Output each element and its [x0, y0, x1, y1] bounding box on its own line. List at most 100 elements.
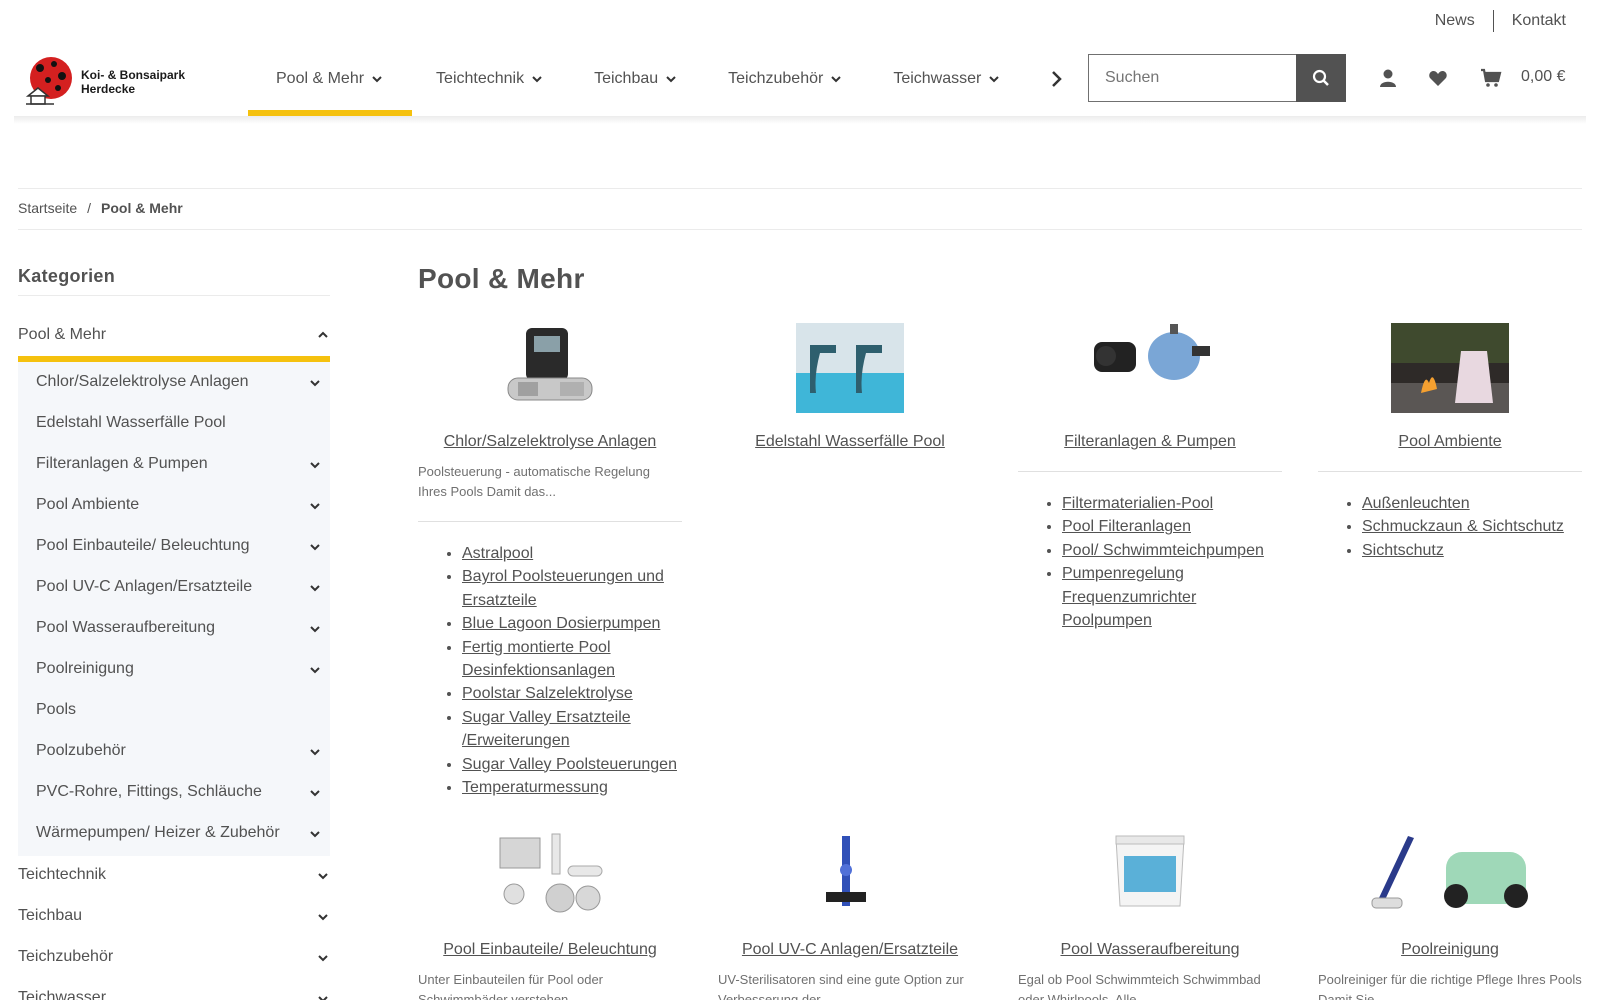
sidebar-item-label: Teichzubehör — [18, 948, 114, 965]
category-link[interactable]: Pool Ambiente — [1318, 433, 1582, 451]
category-link[interactable]: Pool Einbauteile/ Beleuchtung — [418, 941, 682, 959]
pool-ambiente-product-image[interactable] — [1391, 323, 1509, 413]
breadcrumb-current: Pool & Mehr — [101, 200, 183, 216]
category-description: Egal ob Pool Schwimmteich Schwimmbad ode… — [1018, 972, 1261, 1000]
category-link[interactable]: Pool Wasseraufbereitung — [1018, 941, 1282, 959]
category-description: Poolsteuerung - automatische Regelung Ih… — [418, 464, 650, 499]
sidebar-subitem-label: Pool Einbauteile/ Beleuchtung — [36, 537, 250, 554]
category-link[interactable]: Filteranlagen & Pumpen — [1018, 433, 1282, 451]
category-link[interactable]: Chlor/Salzelektrolyse Anlagen — [418, 433, 682, 451]
sidebar-subitem[interactable]: Pools — [18, 690, 330, 731]
chevron-down-icon[interactable] — [310, 378, 320, 388]
sidebar-subitem[interactable]: Wärmepumpen/ Heizer & Zubehör — [18, 813, 330, 854]
heart-icon[interactable] — [1428, 68, 1448, 88]
category-link[interactable]: Edelstahl Wasserfälle Pool — [718, 433, 982, 451]
chevron-down-icon[interactable] — [310, 788, 320, 798]
chevron-down-icon[interactable] — [318, 994, 328, 1000]
sidebar-subitem-label: Pool Wasseraufbereitung — [36, 619, 216, 636]
uvc-lamp-product-image[interactable] — [816, 836, 876, 916]
category-link[interactable]: Poolreinigung — [1318, 941, 1582, 959]
chevron-down-icon — [831, 76, 842, 83]
news-link[interactable]: News — [1435, 12, 1475, 30]
filter-pump-product-image[interactable] — [1092, 320, 1212, 384]
chevron-down-icon[interactable] — [310, 542, 320, 552]
water-treatment-product-image[interactable] — [1110, 832, 1190, 912]
sidebar-item-label: Teichbau — [18, 907, 83, 924]
logo[interactable]: Koi- & Bonsaipark Herdecke — [24, 52, 194, 108]
sidebar-item-teichwasser[interactable]: Teichwasser — [18, 978, 330, 1000]
subcategory-link[interactable]: Sugar Valley Ersatzteile /Erweiterungen — [462, 706, 688, 753]
sidebar-item-teichzubehoer[interactable]: Teichzubehör — [18, 937, 330, 978]
nav-item-teichzubehoer[interactable]: Teichzubehör — [702, 42, 867, 116]
chevron-right-icon[interactable] — [1050, 69, 1064, 89]
subcategory-link[interactable]: Pumpenregelung Frequenzumrichter Poolpum… — [1062, 562, 1242, 632]
sidebar-subitem[interactable]: Chlor/Salzelektrolyse Anlagen — [18, 362, 330, 403]
nav-item-teichbau[interactable]: Teichbau — [568, 42, 702, 116]
breadcrumb-bottom-border — [18, 229, 1582, 230]
pool-einbauteile-product-image[interactable] — [498, 832, 604, 916]
breadcrumb-top-border — [18, 188, 1582, 189]
search-button[interactable] — [1296, 54, 1346, 102]
chevron-down-icon — [666, 76, 676, 83]
chevron-up-icon[interactable] — [318, 330, 328, 340]
nav-item-pool-mehr[interactable]: Pool & Mehr — [248, 42, 412, 116]
nav-item-teichwasser[interactable]: Teichwasser — [867, 42, 1025, 116]
main-header: Koi- & Bonsaipark Herdecke Pool & Mehr T… — [0, 42, 1600, 116]
subcategory-link[interactable]: Poolstar Salzelektrolyse — [462, 682, 688, 705]
chevron-down-icon[interactable] — [310, 665, 320, 675]
sidebar-subitem[interactable]: Pool Ambiente — [18, 485, 330, 526]
cart-total[interactable]: 0,00 € — [1521, 68, 1565, 86]
chevron-down-icon[interactable] — [310, 624, 320, 634]
sidebar-subitem[interactable]: PVC-Rohre, Fittings, Schläuche — [18, 772, 330, 813]
sidebar-subitem[interactable]: Edelstahl Wasserfälle Pool — [18, 403, 330, 444]
subcategory-link[interactable]: Sichtschutz — [1362, 539, 1588, 562]
breadcrumb-home[interactable]: Startseite — [18, 200, 77, 216]
sidebar-subitem[interactable]: Pool Einbauteile/ Beleuchtung — [18, 526, 330, 567]
logo-koi-icon — [25, 57, 72, 105]
chevron-down-icon[interactable] — [310, 829, 320, 839]
card-divider — [418, 521, 682, 522]
cart-icon[interactable] — [1480, 68, 1502, 88]
pool-cleaner-product-image[interactable] — [1370, 832, 1530, 916]
sidebar-subitem[interactable]: Poolreinigung — [18, 649, 330, 690]
sidebar-item-teichtechnik[interactable]: Teichtechnik — [18, 855, 330, 896]
chlorinator-product-image[interactable] — [500, 326, 600, 410]
chevron-down-icon[interactable] — [318, 912, 328, 922]
sidebar-subitem-label: Pool Ambiente — [36, 496, 140, 513]
top-links-divider — [1492, 10, 1494, 32]
subcategory-link[interactable]: Pool/ Schwimmteichpumpen — [1062, 539, 1288, 562]
nav-item-teichtechnik[interactable]: Teichtechnik — [410, 42, 568, 116]
sidebar-item-teichbau[interactable]: Teichbau — [18, 896, 330, 937]
chevron-down-icon[interactable] — [318, 871, 328, 881]
chevron-down-icon[interactable] — [310, 460, 320, 470]
breadcrumb: Startseite / Pool & Mehr — [18, 200, 183, 216]
chevron-down-icon[interactable] — [310, 583, 320, 593]
subcategory-link[interactable]: Sugar Valley Poolsteuerungen — [462, 753, 688, 776]
subcategory-link[interactable]: Außenleuchten — [1362, 492, 1588, 515]
subcategory-link[interactable]: Pool Filteranlagen — [1062, 515, 1288, 538]
category-link[interactable]: Pool UV-C Anlagen/Ersatzteile — [718, 941, 982, 959]
sidebar-title-divider — [18, 295, 330, 296]
user-icon[interactable] — [1378, 68, 1398, 88]
sidebar-subitem[interactable]: Pool UV-C Anlagen/Ersatzteile — [18, 567, 330, 608]
subcategory-link[interactable]: Blue Lagoon Dosierpumpen — [462, 612, 688, 635]
subcategory-link[interactable]: Temperaturmessung — [462, 776, 688, 799]
sidebar-subitem[interactable]: Filteranlagen & Pumpen — [18, 444, 330, 485]
search-input[interactable] — [1088, 54, 1298, 102]
subcategory-link[interactable]: Astralpool — [462, 542, 688, 565]
chevron-down-icon[interactable] — [310, 747, 320, 757]
nav-item-label: Teichzubehör — [728, 70, 824, 87]
sidebar-subitem[interactable]: Pool Wasseraufbereitung — [18, 608, 330, 649]
subcategory-link[interactable]: Filtermaterialien-Pool — [1062, 492, 1288, 515]
sidebar-subitem-label: Pools — [36, 701, 77, 718]
chevron-down-icon[interactable] — [318, 953, 328, 963]
logo-line-1: Koi- & Bonsaipark — [81, 68, 186, 82]
kontakt-link[interactable]: Kontakt — [1512, 12, 1566, 30]
sidebar-item-pool-mehr[interactable]: Pool & Mehr — [18, 318, 330, 352]
subcategory-link[interactable]: Fertig montierte Pool Desinfektionsanlag… — [462, 636, 688, 683]
chevron-down-icon[interactable] — [310, 501, 320, 511]
subcategory-link[interactable]: Bayrol Poolsteuerungen und Ersatzteile — [462, 565, 688, 612]
sidebar-subitem[interactable]: Poolzubehör — [18, 731, 330, 772]
subcategory-link[interactable]: Schmuckzaun & Sichtschutz — [1362, 515, 1588, 538]
waterfall-product-image[interactable] — [796, 323, 904, 413]
